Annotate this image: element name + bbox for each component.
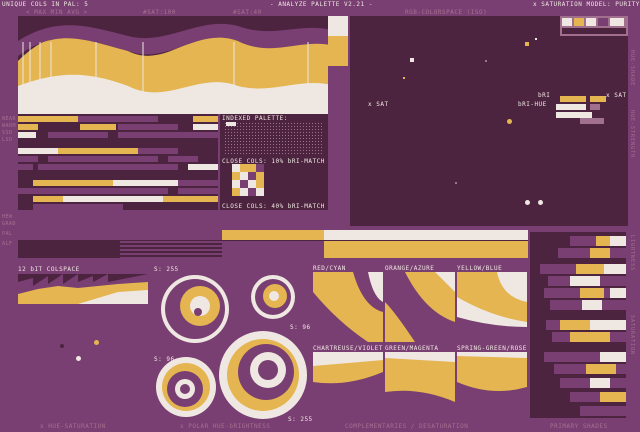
side-label-near: NEAR	[2, 116, 17, 122]
gradient-stripes	[18, 116, 218, 210]
x-sat-right-label: x SAT	[606, 92, 627, 99]
band-segment	[18, 230, 120, 240]
footer-complementaries[interactable]: COMPLEMENTARIES / DESATURATION	[345, 423, 468, 430]
rgb-chart-cell	[598, 18, 608, 26]
gradient-stripes-panel	[18, 114, 218, 210]
red-cyan-label: RED/CYAN	[313, 265, 346, 272]
side-label-hew: HEW	[2, 214, 13, 220]
bit12-label: 12 bIT COLSPACE	[18, 266, 80, 273]
side-label-lsd: LSD	[2, 137, 13, 143]
polar-wheel-2[interactable]	[250, 274, 296, 320]
color-point[interactable]	[535, 38, 537, 40]
bri-bar	[560, 96, 586, 102]
band-segment	[426, 241, 528, 258]
side-label-hue-shade: HUE-SHADE	[629, 50, 635, 87]
rgb-color-chart	[560, 16, 628, 36]
sat-info: #SAT:100	[143, 9, 176, 16]
band-segment	[426, 230, 528, 240]
green-magenta-label: GREEN/MAGENTA	[385, 345, 439, 352]
side-label-ssd: SSD	[2, 130, 13, 136]
x-sat-label: x SAT	[368, 101, 389, 108]
indexed-palette-label: INDEXED PALETTE:	[222, 115, 288, 122]
color-point[interactable]	[525, 200, 530, 205]
color-point	[94, 340, 99, 345]
complementary-yellow-blue	[457, 272, 527, 342]
app-title: - ANALYZE PALETTE V2.21 -	[270, 1, 373, 8]
polar-wheel-3[interactable]	[155, 356, 217, 418]
color-point[interactable]	[538, 200, 543, 205]
palette-band-row	[18, 230, 528, 258]
close-cols-40-label: CLOSE COLS: 40% bRI-MATCH	[222, 203, 325, 210]
side-label-pal: PAL	[2, 231, 13, 237]
val-info: #SAT:40	[233, 9, 262, 16]
polar-wheel-4[interactable]	[218, 330, 308, 420]
side-label-grad: GRAD	[2, 221, 17, 227]
side-label-hue-strength: HUE-STRENGTH	[629, 110, 635, 159]
side-label-saturation: SATURATION	[629, 315, 635, 356]
hue-wave-graph	[18, 16, 348, 114]
color-point	[76, 356, 81, 361]
band-segment	[222, 241, 324, 258]
side-label-warm: WARM	[2, 123, 17, 129]
band-segment	[324, 241, 426, 258]
s255-label-b: S: 255	[288, 416, 313, 423]
complementary-red-cyan	[313, 272, 383, 342]
band-segment	[120, 230, 222, 240]
rgb-chart-cell	[574, 18, 584, 26]
unique-cols-label: UNIQUE COLS IN PAL: 5	[2, 1, 89, 8]
orange-azure-label: ORANGE/AZURE	[385, 265, 435, 272]
bit12-colspace-graph	[18, 274, 148, 304]
footer-polar[interactable]: x POLAR HUE-bRIGHTNESS	[180, 423, 270, 430]
bri-bar	[556, 104, 586, 110]
colorspace-label: RGB-COLORSPACE (ISO)	[405, 9, 488, 16]
rgb-chart-cell	[610, 18, 624, 26]
band-segment	[222, 230, 324, 240]
bri-label: bRI	[538, 92, 551, 99]
chartreuse-violet-label: CHARTREUSE/VIOLET	[313, 345, 383, 352]
max-min-avg-label: < MAX MIN AVG >	[26, 9, 88, 16]
bri-bar	[590, 96, 606, 102]
band-segment	[120, 241, 222, 258]
s255-label-a: S: 255	[154, 266, 179, 273]
primary-shades-graph	[530, 232, 626, 418]
palette-grid[interactable]	[224, 122, 322, 154]
complementary-spring-rose	[457, 352, 527, 420]
rgb-chart-cell	[586, 18, 596, 26]
bri-hue-label: bRI-HUE	[518, 101, 547, 108]
saturation-model-label[interactable]: x SATURATION MODEL: PURITY	[533, 1, 640, 8]
complementary-chartreuse-violet	[313, 352, 383, 420]
color-point[interactable]	[507, 119, 512, 124]
complementary-orange-azure	[385, 272, 455, 342]
color-point[interactable]	[410, 58, 414, 62]
yellow-blue-label: YELLOW/BLUE	[457, 265, 503, 272]
color-point	[455, 182, 457, 184]
bri-bar	[580, 118, 604, 124]
palette-swatch-selected[interactable]	[226, 122, 236, 126]
hue-scale-tail	[328, 114, 348, 158]
color-point	[485, 60, 487, 62]
side-label-lightness: LIGHTNESS	[629, 235, 635, 272]
side-label-alf: ALF	[2, 241, 13, 247]
color-point	[60, 344, 64, 348]
color-point[interactable]	[525, 42, 529, 46]
rgb-chart-cell	[562, 18, 572, 26]
close-colors-matrix	[232, 164, 264, 196]
footer-hue-saturation[interactable]: x HUE-SATURATION	[40, 423, 106, 430]
color-point[interactable]	[403, 77, 405, 79]
spring-rose-label: SPRING-GREEN/ROSE	[457, 345, 527, 352]
footer-primary-shades[interactable]: PRIMARY SHADES	[550, 423, 608, 430]
band-segment	[324, 230, 426, 240]
hue-saturation-panel	[18, 16, 348, 114]
complementary-green-magenta	[385, 352, 455, 420]
bri-bar	[590, 104, 600, 110]
rgb-chart-cell	[562, 28, 626, 34]
